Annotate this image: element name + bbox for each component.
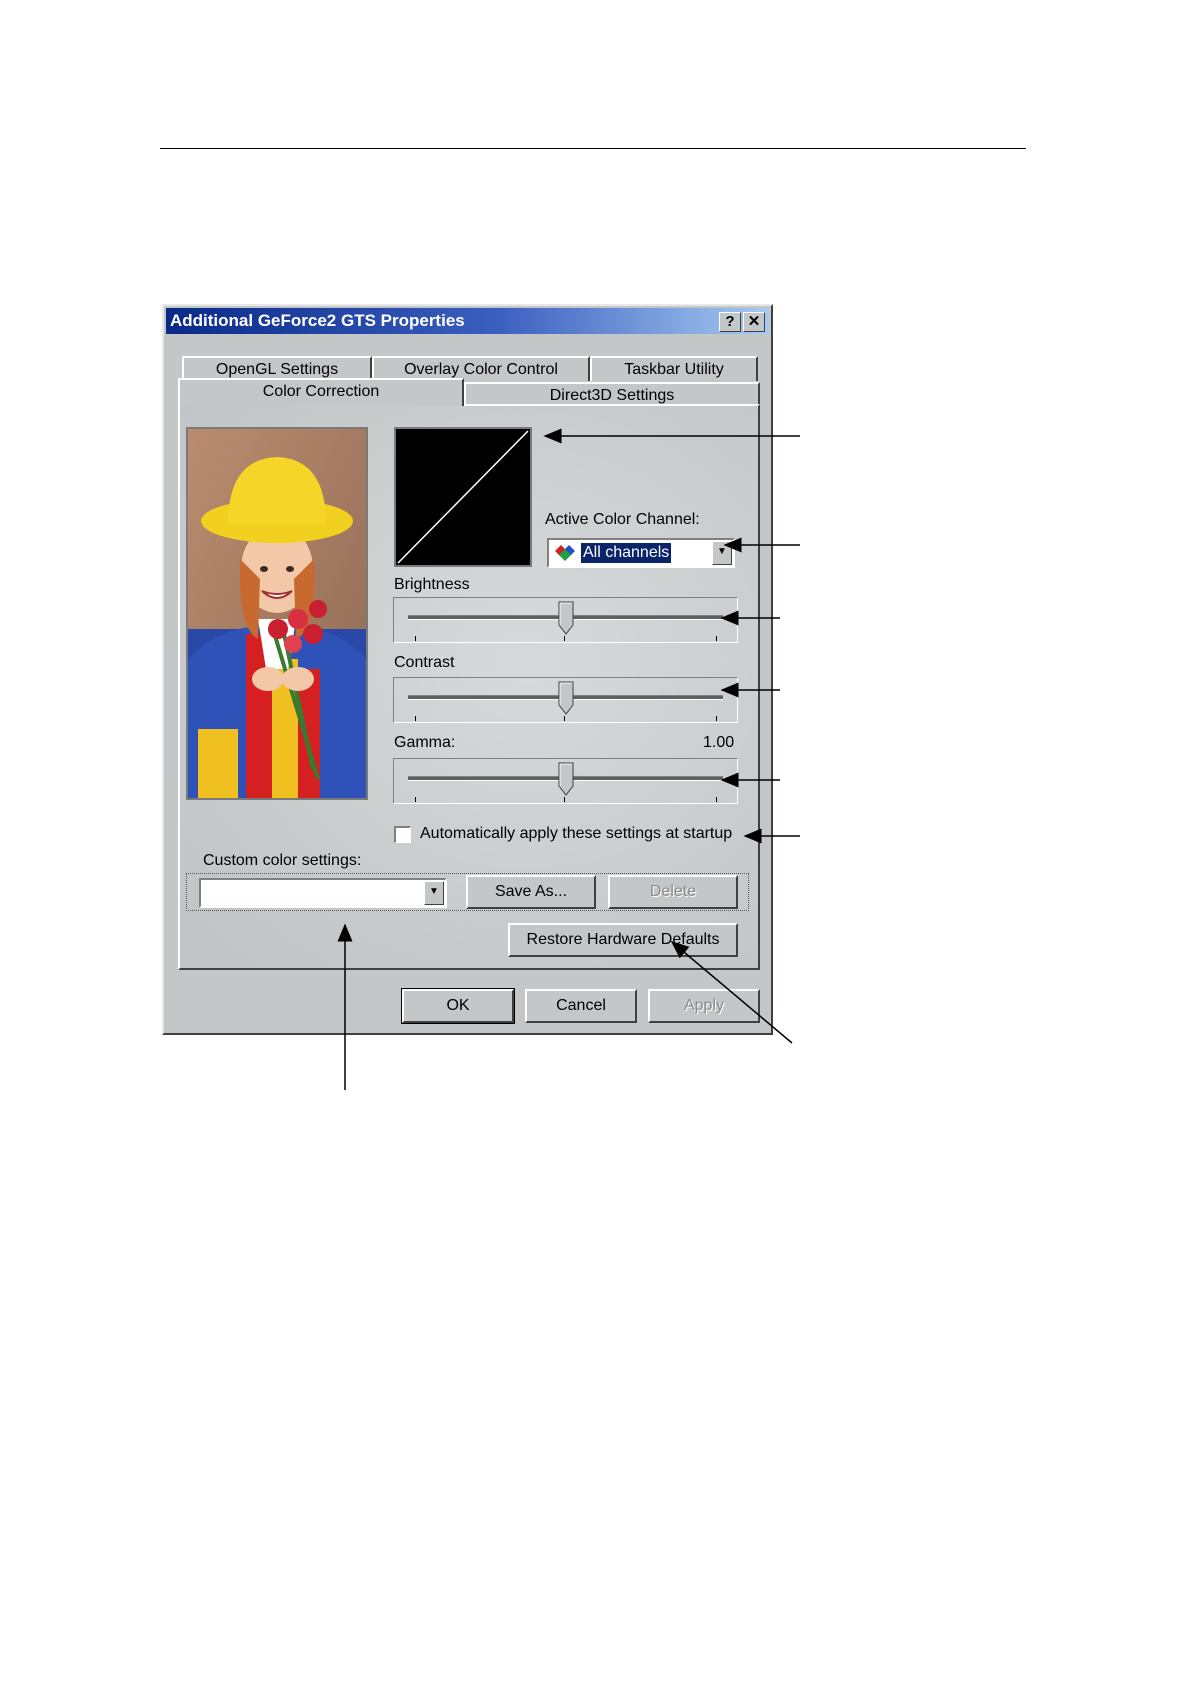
- tab-color-correction[interactable]: Color Correction: [178, 378, 464, 406]
- callout-arrows: [337, 428, 800, 1090]
- callout-arrow-restore: [670, 941, 793, 1044]
